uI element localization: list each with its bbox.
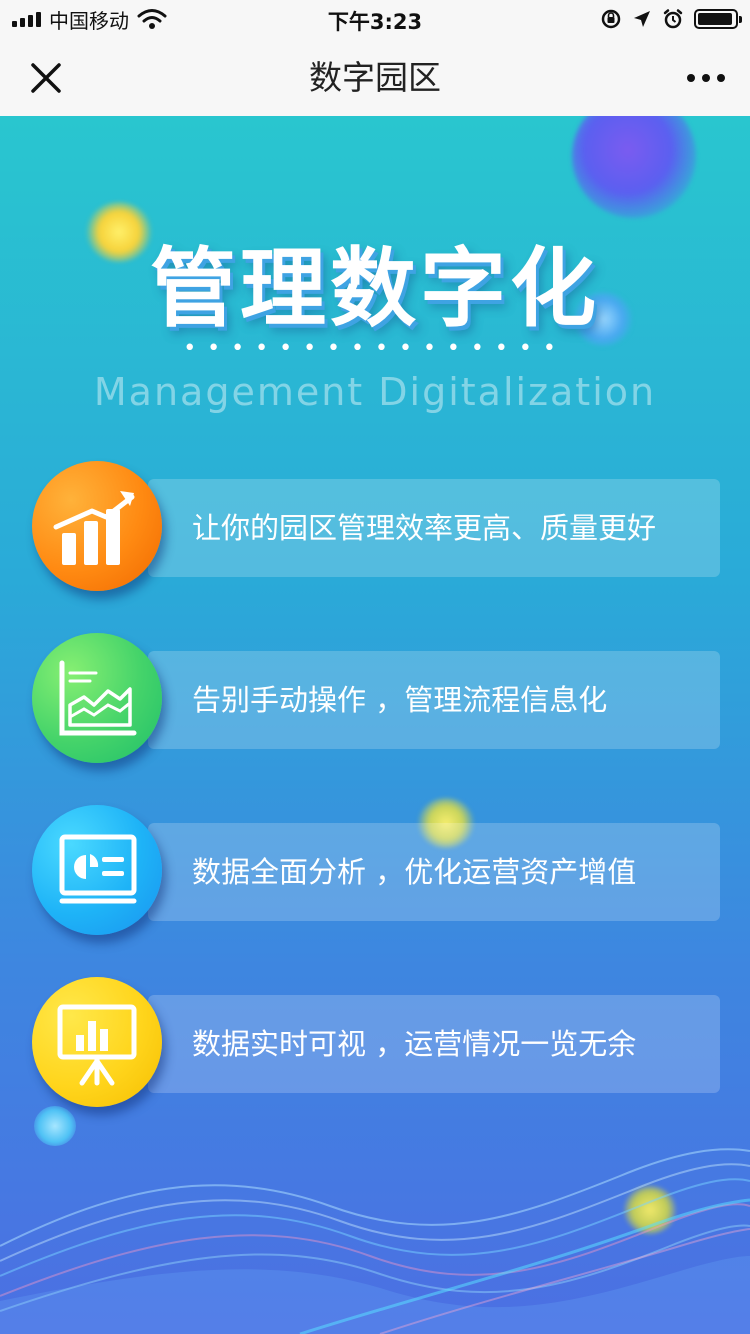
growth-chart-icon	[53, 491, 135, 565]
feature-icon-badge	[32, 633, 162, 763]
battery-icon	[694, 9, 742, 29]
feature-card: 数据全面分析 ，优化运营资产增值	[148, 823, 720, 921]
presentation-icon	[57, 1004, 137, 1086]
dashboard-icon	[59, 834, 137, 904]
hero-title: 管理数字化	[150, 239, 600, 339]
nav-bar: 数字园区	[0, 40, 750, 116]
decorative-waves	[0, 1148, 750, 1334]
area-chart-icon	[59, 660, 137, 736]
feature-item: 数据实时可视 ，运营情况一览无余	[30, 977, 720, 1113]
feature-text: 告别手动操作 ，管理流程信息化	[192, 683, 608, 717]
feature-item: 数据全面分析 ，优化运营资产增值	[30, 805, 720, 941]
dot-divider: ••••••••••••••••	[183, 336, 567, 361]
rotation-lock-icon	[601, 9, 621, 29]
feature-text: 数据全面分析 ，优化运营资产增值	[192, 855, 637, 889]
feature-icon-badge	[32, 461, 162, 591]
feature-card: 数据实时可视 ，运营情况一览无余	[148, 995, 720, 1093]
feature-item: 让你的园区管理效率更高、质量更好	[30, 461, 720, 597]
main-content: 管理数字化 •••••••••••••••• Management Digita…	[0, 116, 750, 1334]
alarm-icon	[663, 9, 683, 29]
feature-icon-badge	[32, 805, 162, 935]
feature-card: 告别手动操作 ，管理流程信息化	[148, 651, 720, 749]
feature-text: 让你的园区管理效率更高、质量更好	[192, 511, 657, 545]
decorative-orb	[572, 116, 696, 218]
page-title: 数字园区	[309, 58, 441, 97]
feature-icon-badge	[32, 977, 162, 1107]
more-icon	[687, 74, 725, 82]
feature-item: 告别手动操作 ，管理流程信息化	[30, 633, 720, 769]
location-icon	[634, 11, 650, 27]
hero-subtitle: Management Digitalization	[93, 370, 657, 414]
more-button[interactable]	[684, 58, 728, 98]
feature-text: 数据实时可视 ，运营情况一览无余	[192, 1027, 637, 1061]
feature-card: 让你的园区管理效率更高、质量更好	[148, 479, 720, 577]
status-bar: 中国移动 下午3:23	[0, 0, 750, 40]
